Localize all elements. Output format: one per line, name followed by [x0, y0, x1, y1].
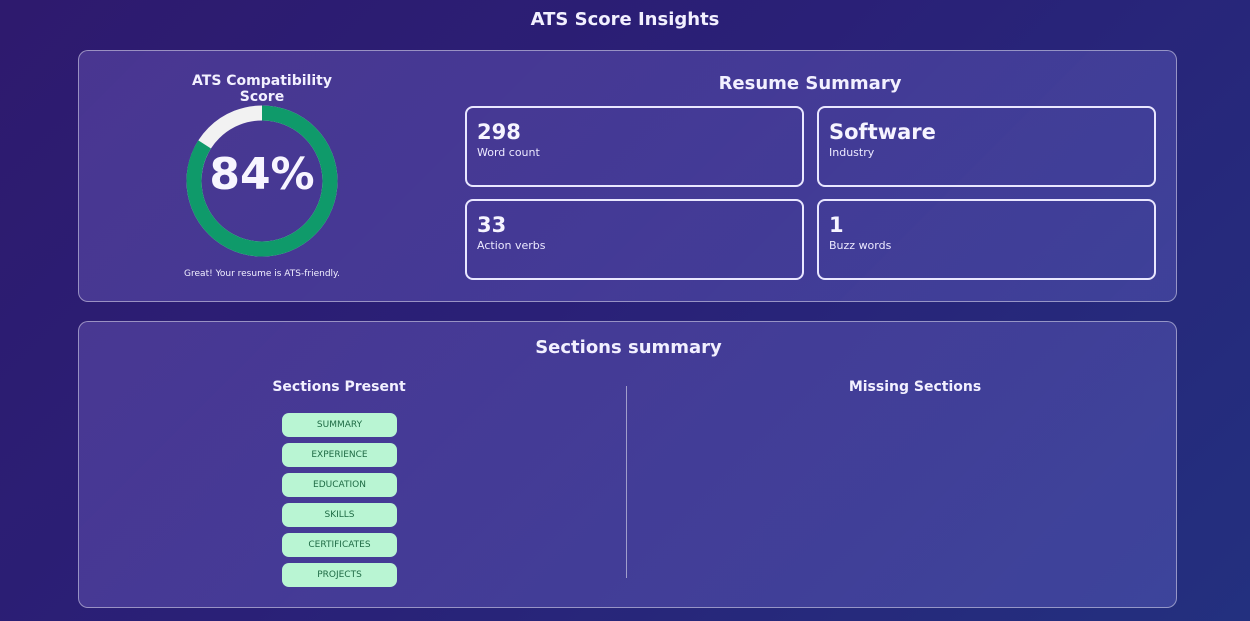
score-value: 84%	[209, 149, 315, 200]
page-title: ATS Score Insights	[530, 9, 720, 30]
sections-present-title: Sections Present	[272, 379, 406, 395]
industry-card: Software Industry	[817, 106, 1156, 187]
section-tag-projects: PROJECTS	[282, 563, 397, 587]
word-count-card: 298 Word count	[465, 106, 804, 187]
section-tag-education: EDUCATION	[282, 473, 397, 497]
card-value: 33	[477, 213, 507, 237]
action-verbs-card: 33 Action verbs	[465, 199, 804, 280]
missing-sections-title: Missing Sections	[848, 379, 982, 395]
score-summary-panel: ATS Compatibility Score 84% Great! Your …	[78, 50, 1177, 302]
card-label: Buzz words	[829, 239, 892, 252]
section-tag-summary: SUMMARY	[282, 413, 397, 437]
score-message: Great! Your resume is ATS-friendly.	[184, 269, 340, 279]
section-tag-experience: EXPERIENCE	[282, 443, 397, 467]
score-title: ATS Compatibility Score	[192, 73, 332, 105]
card-label: Industry	[829, 146, 875, 159]
card-value: Software	[829, 120, 936, 144]
sections-present-list: SUMMARY EXPERIENCE EDUCATION SKILLS CERT…	[282, 413, 397, 593]
sections-divider	[626, 386, 627, 578]
section-tag-certificates: CERTIFICATES	[282, 533, 397, 557]
card-value: 298	[477, 120, 521, 144]
resume-summary-title: Resume Summary	[718, 73, 902, 94]
card-value: 1	[829, 213, 844, 237]
sections-title: Sections summary	[535, 337, 722, 358]
card-label: Action verbs	[477, 239, 546, 252]
card-label: Word count	[477, 146, 540, 159]
buzz-words-card: 1 Buzz words	[817, 199, 1156, 280]
section-tag-skills: SKILLS	[282, 503, 397, 527]
sections-panel: Sections summary Sections Present Missin…	[78, 321, 1177, 608]
